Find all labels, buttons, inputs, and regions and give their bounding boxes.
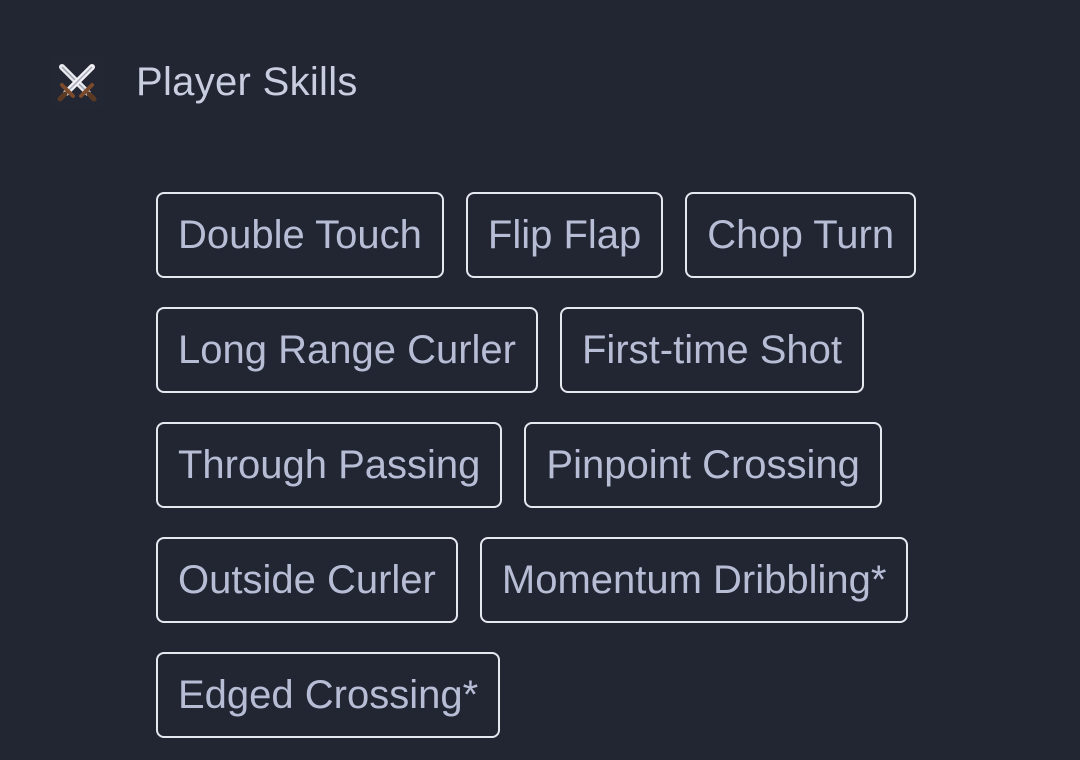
skill-chip-outside-curler[interactable]: Outside Curler xyxy=(156,537,458,623)
skill-chip-through-passing[interactable]: Through Passing xyxy=(156,422,503,508)
chip-row: Through Passing Pinpoint Crossing xyxy=(156,422,956,508)
skill-chip-long-range-curler[interactable]: Long Range Curler xyxy=(156,307,538,393)
skills-chip-list: Double Touch Flip Flap Chop Turn Long Ra… xyxy=(156,192,956,760)
chip-row: Long Range Curler First-time Shot xyxy=(156,307,956,393)
crossed-swords-icon xyxy=(50,55,104,109)
chip-row: Edged Crossing* xyxy=(156,652,956,738)
section-header: Player Skills xyxy=(50,52,358,112)
section-title: Player Skills xyxy=(136,59,358,104)
player-skills-panel: Player Skills Double Touch Flip Flap Cho… xyxy=(0,0,1080,760)
skill-chip-edged-crossing[interactable]: Edged Crossing* xyxy=(156,652,501,738)
skill-chip-momentum-dribbling[interactable]: Momentum Dribbling* xyxy=(479,537,909,623)
skill-chip-flip-flap[interactable]: Flip Flap xyxy=(465,192,664,278)
chip-row: Double Touch Flip Flap Chop Turn xyxy=(156,192,956,278)
skill-chip-pinpoint-crossing[interactable]: Pinpoint Crossing xyxy=(524,422,882,508)
skill-chip-chop-turn[interactable]: Chop Turn xyxy=(685,192,917,278)
skill-chip-first-time-shot[interactable]: First-time Shot xyxy=(560,307,865,393)
skill-chip-double-touch[interactable]: Double Touch xyxy=(156,192,444,278)
chip-row: Outside Curler Momentum Dribbling* xyxy=(156,537,956,623)
